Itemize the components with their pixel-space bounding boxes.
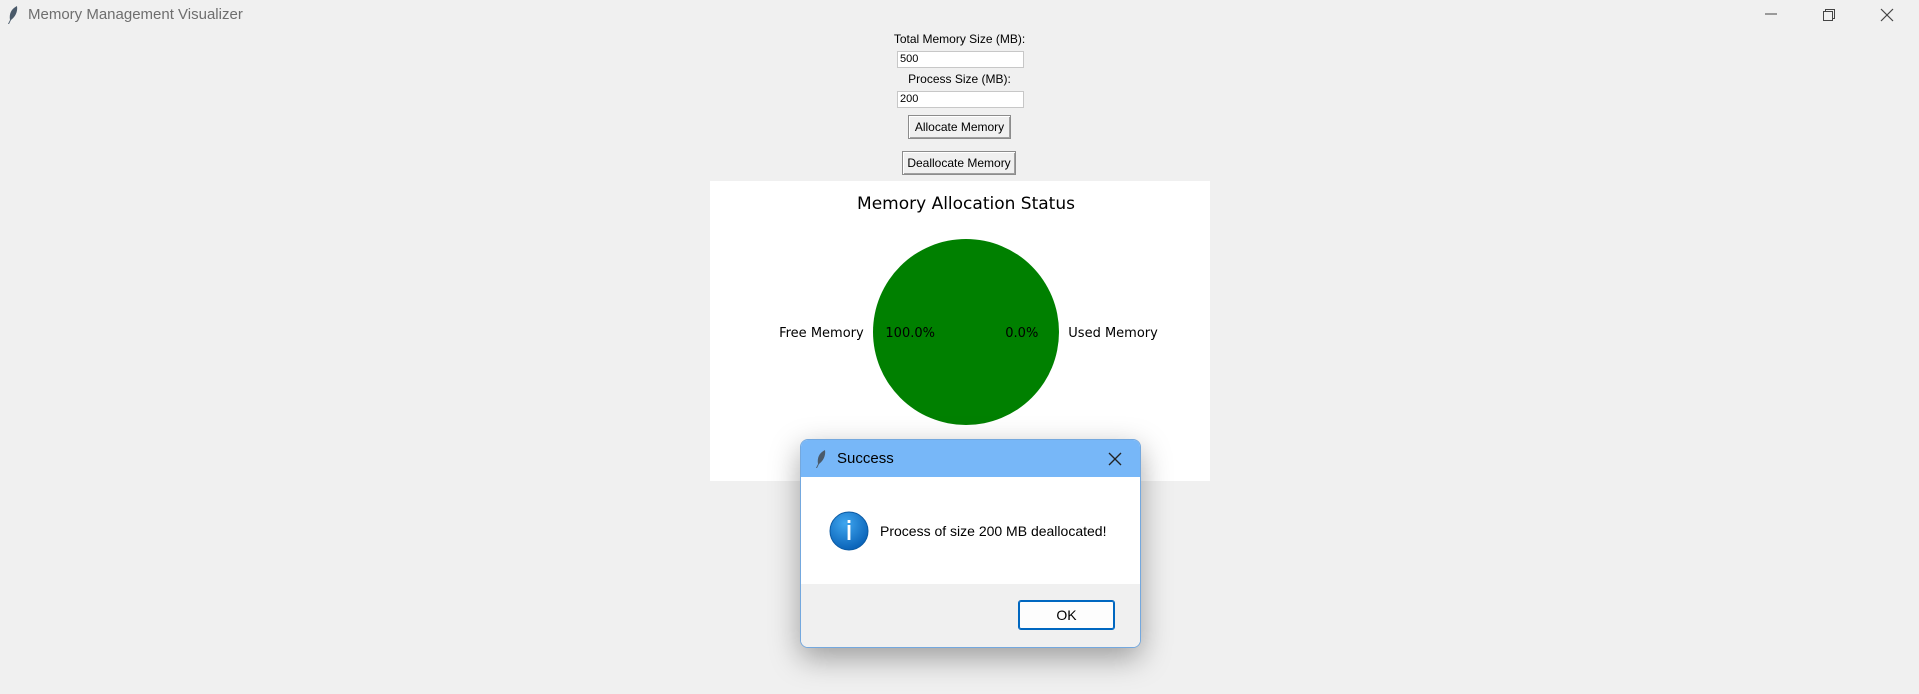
chart-area: Memory Allocation Status Free Memory 100.0… xyxy=(710,181,1210,481)
success-dialog: Success Process of size 200 MB deallocat… xyxy=(800,439,1141,648)
window-title: Memory Management Visualizer xyxy=(28,6,243,23)
allocate-memory-button[interactable]: Allocate Memory xyxy=(908,115,1011,139)
process-size-input[interactable] xyxy=(897,91,1024,108)
slice-label: Used Memory xyxy=(1068,326,1158,341)
feather-icon xyxy=(8,6,18,24)
total-memory-label: Total Memory Size (MB): xyxy=(893,32,1026,46)
dialog-close-icon[interactable] xyxy=(1105,450,1125,468)
info-icon xyxy=(829,511,869,551)
dialog-title: Success xyxy=(837,450,894,467)
deallocate-memory-button[interactable]: Deallocate Memory xyxy=(902,151,1016,175)
total-memory-input[interactable] xyxy=(897,51,1024,68)
slice-percent-label: 100.0% xyxy=(885,326,935,341)
restore-icon xyxy=(1823,9,1835,21)
close-button[interactable] xyxy=(1858,0,1916,30)
minimize-icon xyxy=(1765,13,1777,15)
close-icon xyxy=(1880,8,1894,22)
dialog-message: Process of size 200 MB deallocated! xyxy=(880,523,1107,539)
pie-chart: Memory Allocation Status Free Memory 100.0… xyxy=(779,194,1158,425)
feather-icon xyxy=(816,450,826,468)
dialog-header: Success xyxy=(801,440,1140,477)
process-size-label: Process Size (MB): xyxy=(908,72,1011,86)
slice-percent-label: 0.0% xyxy=(1005,326,1038,341)
dialog-footer: OK xyxy=(801,584,1140,647)
dialog-body: Process of size 200 MB deallocated! xyxy=(801,477,1140,584)
chart-title: Memory Allocation Status xyxy=(857,194,1075,214)
restore-button[interactable] xyxy=(1800,0,1858,30)
title-bar: Memory Management Visualizer xyxy=(0,0,1919,30)
ok-button[interactable]: OK xyxy=(1018,600,1115,630)
minimize-button[interactable] xyxy=(1742,0,1800,30)
slice-label: Free Memory xyxy=(779,326,864,341)
